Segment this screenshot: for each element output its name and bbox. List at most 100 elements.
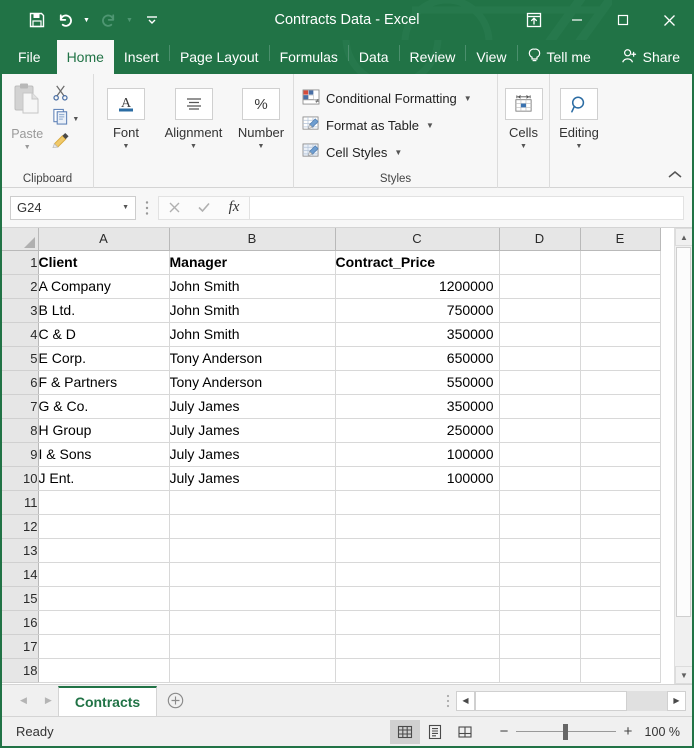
vertical-scrollbar[interactable]: ▲ ▼ bbox=[674, 228, 692, 684]
tab-file[interactable]: File bbox=[2, 40, 57, 74]
tab-review[interactable]: Review bbox=[400, 40, 466, 74]
cell-b16[interactable] bbox=[169, 610, 335, 634]
cell-e13[interactable] bbox=[580, 538, 660, 562]
ribbon-group-number[interactable]: % Number ▼ bbox=[229, 74, 294, 188]
cell-b7[interactable]: July James bbox=[169, 394, 335, 418]
cell-d13[interactable] bbox=[499, 538, 580, 562]
scroll-right-icon[interactable]: ▶ bbox=[667, 691, 686, 711]
cell-e5[interactable] bbox=[580, 346, 660, 370]
row-header-7[interactable]: 7 bbox=[2, 394, 38, 418]
cell-a16[interactable] bbox=[38, 610, 169, 634]
horizontal-scroll-thumb[interactable] bbox=[475, 691, 627, 711]
insert-function-icon[interactable]: fx bbox=[219, 197, 249, 219]
name-box[interactable]: G24 ▼ bbox=[10, 196, 136, 220]
font-dropdown-icon[interactable]: ▼ bbox=[123, 143, 130, 150]
scroll-up-icon[interactable]: ▲ bbox=[675, 228, 692, 246]
next-sheet-icon[interactable]: ▶ bbox=[45, 695, 52, 706]
zoom-out-button[interactable]: − bbox=[492, 720, 516, 744]
row-header-13[interactable]: 13 bbox=[2, 538, 38, 562]
cell-e17[interactable] bbox=[580, 634, 660, 658]
add-sheet-icon[interactable] bbox=[157, 685, 193, 716]
horizontal-split-grip[interactable] bbox=[440, 694, 456, 708]
alignment-dropdown-icon[interactable]: ▼ bbox=[190, 143, 197, 150]
cell-e8[interactable] bbox=[580, 418, 660, 442]
cell-e3[interactable] bbox=[580, 298, 660, 322]
ribbon-group-font[interactable]: A Font ▼ bbox=[94, 74, 158, 188]
cell-d2[interactable] bbox=[499, 274, 580, 298]
row-header-4[interactable]: 4 bbox=[2, 322, 38, 346]
row-header-16[interactable]: 16 bbox=[2, 610, 38, 634]
row-header-12[interactable]: 12 bbox=[2, 514, 38, 538]
cell-styles-dropdown-icon[interactable]: ▼ bbox=[394, 148, 402, 157]
cell-b12[interactable] bbox=[169, 514, 335, 538]
column-header-c[interactable]: C bbox=[335, 228, 499, 250]
cell-d4[interactable] bbox=[499, 322, 580, 346]
paste-dropdown-icon[interactable]: ▼ bbox=[24, 144, 31, 151]
row-header-15[interactable]: 15 bbox=[2, 586, 38, 610]
zoom-in-button[interactable]: + bbox=[616, 720, 640, 744]
cell-b18[interactable] bbox=[169, 658, 335, 682]
previous-sheet-icon[interactable]: ◀ bbox=[20, 695, 27, 706]
cell-e10[interactable] bbox=[580, 466, 660, 490]
vertical-scroll-track[interactable] bbox=[675, 618, 692, 666]
cell-a3[interactable]: B Ltd. bbox=[38, 298, 169, 322]
scroll-down-icon[interactable]: ▼ bbox=[675, 666, 692, 684]
cell-d9[interactable] bbox=[499, 442, 580, 466]
cell-b9[interactable]: July James bbox=[169, 442, 335, 466]
number-dropdown-icon[interactable]: ▼ bbox=[258, 143, 265, 150]
cell-d5[interactable] bbox=[499, 346, 580, 370]
sheet-tab-contracts[interactable]: Contracts bbox=[58, 686, 157, 717]
zoom-slider-thumb[interactable] bbox=[563, 724, 568, 740]
maximize-icon[interactable] bbox=[600, 0, 646, 40]
row-header-17[interactable]: 17 bbox=[2, 634, 38, 658]
cell-c18[interactable] bbox=[335, 658, 499, 682]
format-as-table-dropdown-icon[interactable]: ▼ bbox=[426, 121, 434, 130]
format-painter-button[interactable] bbox=[52, 132, 93, 154]
editing-dropdown-icon[interactable]: ▼ bbox=[576, 143, 583, 150]
cell-e12[interactable] bbox=[580, 514, 660, 538]
tab-insert[interactable]: Insert bbox=[114, 40, 169, 74]
cell-a13[interactable] bbox=[38, 538, 169, 562]
vertical-scroll-thumb[interactable] bbox=[676, 247, 691, 617]
cell-a15[interactable] bbox=[38, 586, 169, 610]
row-header-1[interactable]: 1 bbox=[2, 250, 38, 274]
name-box-dropdown-icon[interactable]: ▼ bbox=[122, 204, 129, 211]
cells-dropdown-icon[interactable]: ▼ bbox=[520, 143, 527, 150]
cell-c14[interactable] bbox=[335, 562, 499, 586]
redo-dropdown-icon[interactable]: ▼ bbox=[123, 7, 136, 33]
cell-b15[interactable] bbox=[169, 586, 335, 610]
cell-a14[interactable] bbox=[38, 562, 169, 586]
tab-view[interactable]: View bbox=[466, 40, 516, 74]
tab-page-layout[interactable]: Page Layout bbox=[170, 40, 269, 74]
cell-e16[interactable] bbox=[580, 610, 660, 634]
row-header-2[interactable]: 2 bbox=[2, 274, 38, 298]
cell-c8[interactable]: 250000 bbox=[335, 418, 499, 442]
cell-d16[interactable] bbox=[499, 610, 580, 634]
cell-a18[interactable] bbox=[38, 658, 169, 682]
cell-d7[interactable] bbox=[499, 394, 580, 418]
cell-c6[interactable]: 550000 bbox=[335, 370, 499, 394]
horizontal-scrollbar[interactable]: ◀ ▶ bbox=[456, 690, 686, 712]
cell-d18[interactable] bbox=[499, 658, 580, 682]
column-header-b[interactable]: B bbox=[169, 228, 335, 250]
zoom-level-label[interactable]: 100 % bbox=[644, 725, 692, 739]
row-header-6[interactable]: 6 bbox=[2, 370, 38, 394]
cell-b5[interactable]: Tony Anderson bbox=[169, 346, 335, 370]
cell-e2[interactable] bbox=[580, 274, 660, 298]
ribbon-group-editing[interactable]: Editing ▼ bbox=[550, 74, 608, 188]
tab-home[interactable]: Home bbox=[57, 40, 114, 74]
cell-e6[interactable] bbox=[580, 370, 660, 394]
tab-formulas[interactable]: Formulas bbox=[270, 40, 348, 74]
ribbon-display-options-icon[interactable] bbox=[514, 0, 554, 40]
cell-a5[interactable]: E Corp. bbox=[38, 346, 169, 370]
cell-a10[interactable]: J Ent. bbox=[38, 466, 169, 490]
tab-data[interactable]: Data bbox=[349, 40, 399, 74]
cell-c7[interactable]: 350000 bbox=[335, 394, 499, 418]
paste-button[interactable]: Paste ▼ bbox=[2, 80, 52, 151]
cell-c15[interactable] bbox=[335, 586, 499, 610]
cell-a2[interactable]: A Company bbox=[38, 274, 169, 298]
column-header-d[interactable]: D bbox=[499, 228, 580, 250]
cell-d17[interactable] bbox=[499, 634, 580, 658]
page-break-preview-button[interactable] bbox=[450, 720, 480, 744]
cell-e1[interactable] bbox=[580, 250, 660, 274]
